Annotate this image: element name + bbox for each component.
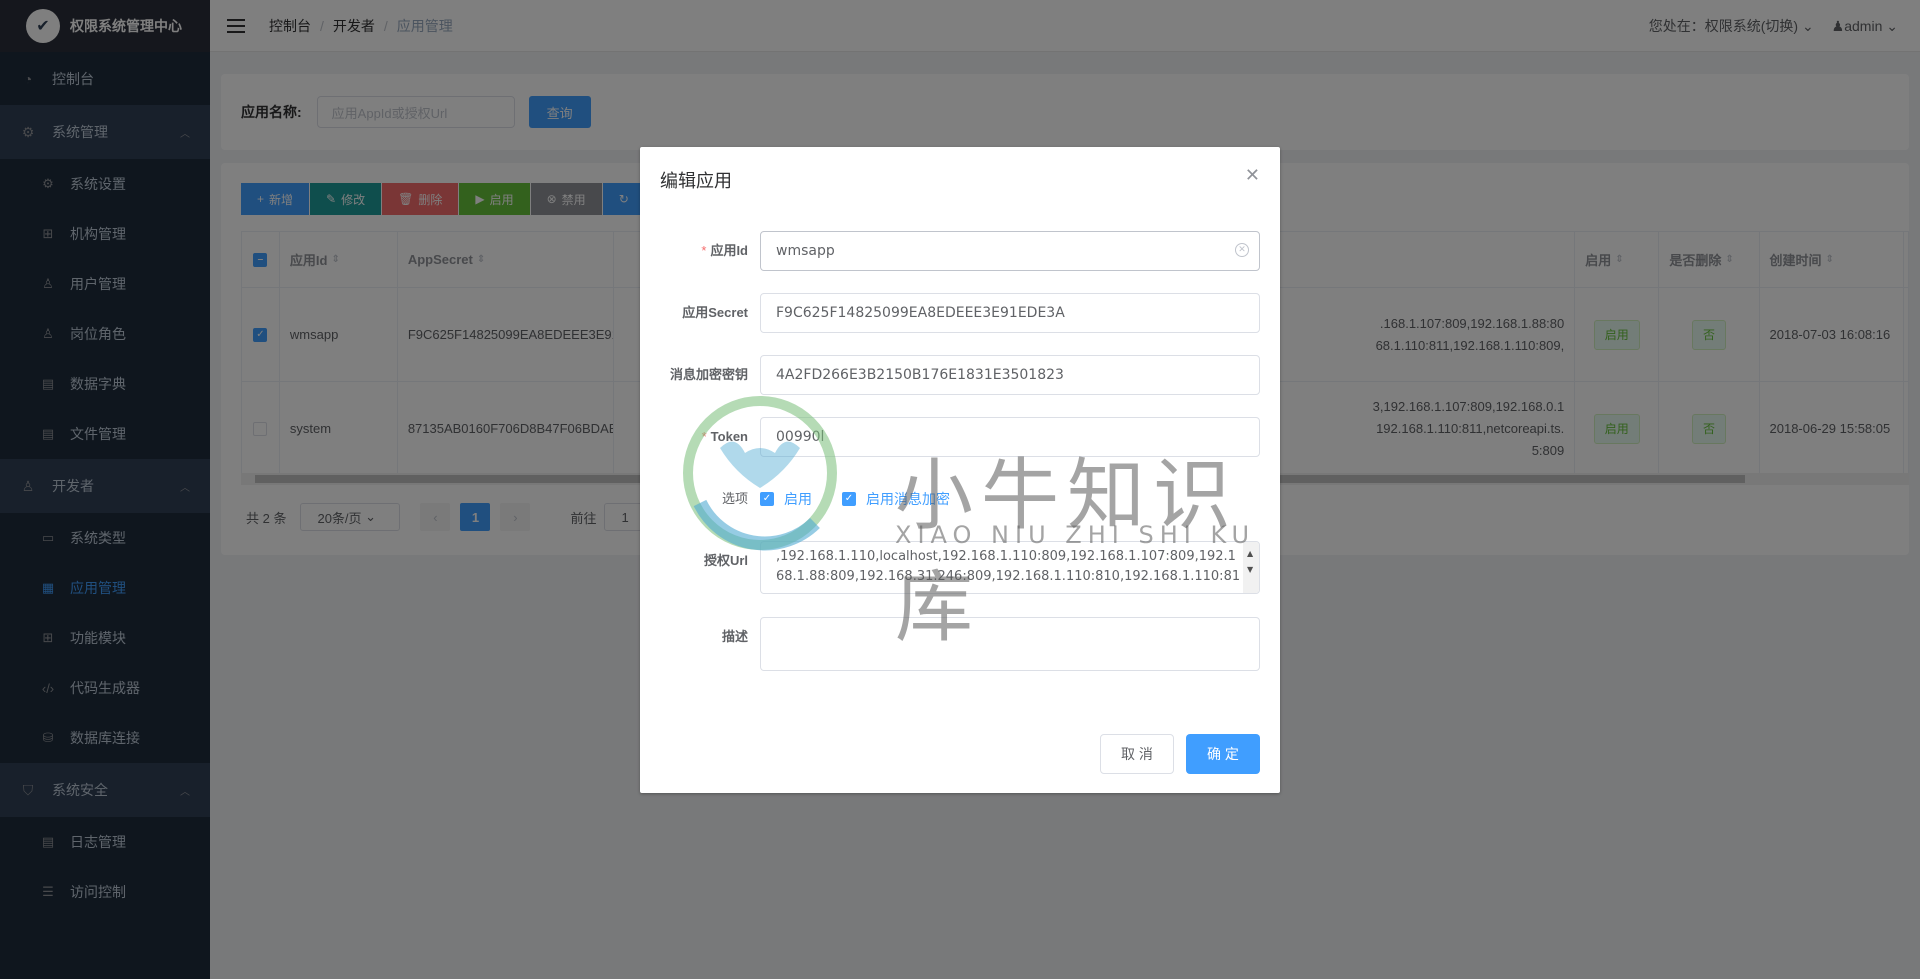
dialog-footer: 取 消 确 定: [1100, 734, 1260, 774]
watermark: 小牛知识库 XIAO NIU ZHI SHI KU: [665, 393, 1265, 653]
app-id-input[interactable]: wmsapp ✕: [760, 231, 1260, 271]
field-label: 消息加密密钥: [669, 367, 748, 382]
field-secret: 应用Secret F9C625F14825099EA8EDEEE3E91EDE3…: [640, 293, 1280, 333]
label-text: 应用Id: [710, 243, 748, 258]
field-label: 描述: [721, 629, 748, 644]
input-value: wmsapp: [776, 243, 835, 259]
field-label: * 应用Id: [701, 243, 748, 258]
confirm-button[interactable]: 确 定: [1186, 734, 1260, 774]
field-label: 应用Secret: [682, 305, 748, 320]
secret-input[interactable]: F9C625F14825099EA8EDEEE3E91EDE3A: [760, 293, 1260, 333]
field-app-id: * 应用Id wmsapp ✕: [640, 231, 1280, 271]
close-icon[interactable]: ✕: [1245, 165, 1260, 186]
clear-icon[interactable]: ✕: [1235, 243, 1249, 257]
encrypt-key-input[interactable]: 4A2FD266E3B2150B176E1831E3501823: [760, 355, 1260, 395]
field-encrypt-key: 消息加密密钥 4A2FD266E3B2150B176E1831E3501823: [640, 355, 1280, 395]
watermark-subtext: XIAO NIU ZHI SHI KU: [895, 521, 1256, 549]
dialog-title: 编辑应用: [660, 171, 732, 191]
watermark-logo-icon: [683, 396, 837, 551]
cancel-button[interactable]: 取 消: [1100, 734, 1174, 774]
